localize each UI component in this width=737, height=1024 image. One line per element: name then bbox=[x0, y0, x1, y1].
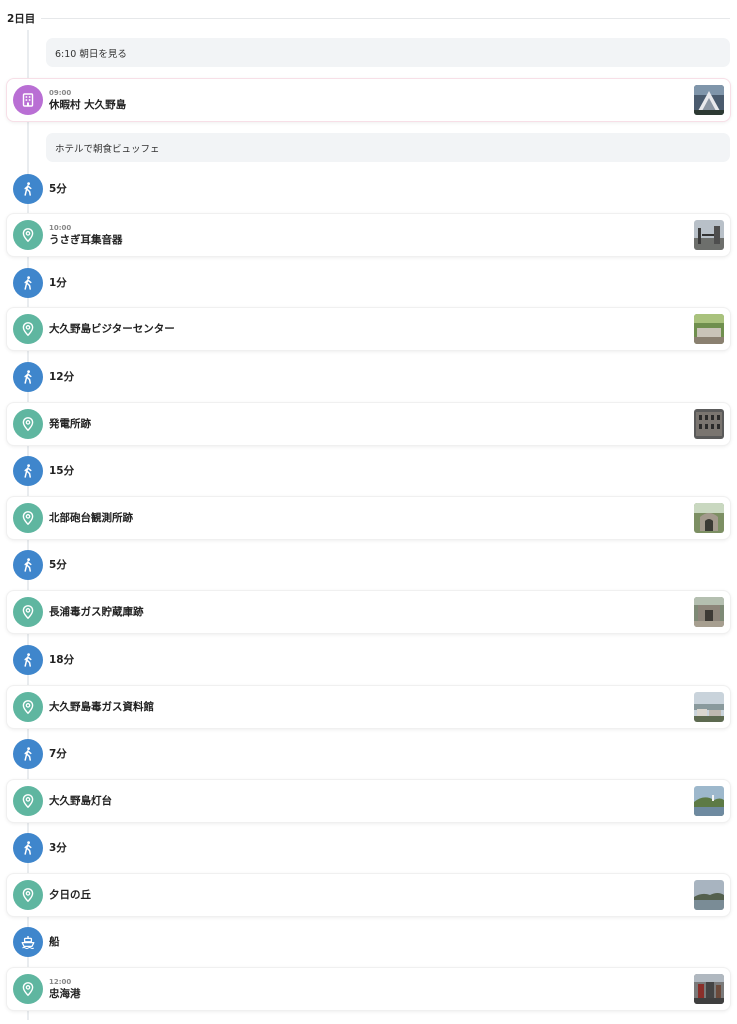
spot-photo[interactable] bbox=[694, 220, 724, 250]
item-text: 1分 bbox=[49, 262, 67, 304]
duration-label: 15分 bbox=[49, 465, 75, 477]
place-name: うさぎ耳集音器 bbox=[49, 233, 123, 246]
hotel-icon bbox=[13, 85, 43, 115]
location-pin-icon bbox=[13, 692, 43, 722]
spot-photo[interactable] bbox=[694, 880, 724, 910]
duration-label: 18分 bbox=[49, 654, 75, 666]
walking-icon bbox=[13, 268, 43, 298]
place-name: 発電所跡 bbox=[49, 418, 91, 430]
item-text: 大久野島毒ガス資料館 bbox=[49, 686, 154, 728]
walk-segment: 18分 bbox=[7, 639, 730, 681]
item-text: 15分 bbox=[49, 450, 74, 492]
place-name: 大久野島毒ガス資料館 bbox=[49, 701, 154, 713]
place-name: 長浦毒ガス貯蔵庫跡 bbox=[49, 606, 144, 618]
item-time: 10:00 bbox=[49, 223, 72, 232]
walking-icon bbox=[13, 739, 43, 769]
spot-card[interactable]: 大久野島ビジターセンター bbox=[7, 308, 730, 350]
spot-photo[interactable] bbox=[694, 974, 724, 1004]
walk-segment: 12分 bbox=[7, 356, 730, 398]
location-pin-icon bbox=[13, 880, 43, 910]
spot-card[interactable]: 大久野島灯台 bbox=[7, 780, 730, 822]
place-name: 夕日の丘 bbox=[49, 889, 91, 901]
item-text: 3分 bbox=[49, 827, 67, 869]
spot-photo[interactable] bbox=[694, 692, 724, 722]
walking-icon bbox=[13, 174, 43, 204]
location-pin-icon bbox=[13, 786, 43, 816]
boat-segment: 船 bbox=[7, 921, 730, 963]
item-text: 18分 bbox=[49, 639, 74, 681]
walking-icon bbox=[13, 456, 43, 486]
item-text: 5分 bbox=[49, 544, 67, 586]
item-text: 夕日の丘 bbox=[49, 874, 91, 916]
duration-label: 3分 bbox=[49, 842, 67, 854]
location-pin-icon bbox=[13, 314, 43, 344]
place-name: 忠海港 bbox=[49, 987, 81, 1000]
item-text: 5分 bbox=[49, 168, 67, 210]
duration-label: 5分 bbox=[49, 559, 67, 571]
walk-segment: 7分 bbox=[7, 733, 730, 775]
walking-icon bbox=[13, 645, 43, 675]
day-divider bbox=[41, 17, 730, 19]
day-label: 2日目 bbox=[7, 12, 36, 25]
item-time: 09:00 bbox=[49, 88, 72, 97]
item-text: 12分 bbox=[49, 356, 74, 398]
spot-photo[interactable] bbox=[694, 786, 724, 816]
spot-photo[interactable] bbox=[694, 597, 724, 627]
hotel-card[interactable]: 09:00 休暇村 大久野島 bbox=[7, 79, 730, 121]
location-pin-icon bbox=[13, 503, 43, 533]
location-pin-icon bbox=[13, 974, 43, 1004]
spot-photo[interactable] bbox=[694, 409, 724, 439]
item-text: 12:00 忠海港 bbox=[49, 968, 81, 1010]
location-pin-icon bbox=[13, 597, 43, 627]
place-name: 大久野島灯台 bbox=[49, 795, 112, 807]
item-text: 10:00 うさぎ耳集音器 bbox=[49, 214, 123, 256]
spot-photo[interactable] bbox=[694, 503, 724, 533]
day-header: 2日目 bbox=[7, 10, 730, 26]
spot-card[interactable]: 12:00 忠海港 bbox=[7, 968, 730, 1010]
item-text: 大久野島灯台 bbox=[49, 780, 112, 822]
duration-label: 1分 bbox=[49, 277, 67, 289]
item-text: 大久野島ビジターセンター bbox=[49, 308, 175, 350]
ship-icon bbox=[13, 927, 43, 957]
item-text: 発電所跡 bbox=[49, 403, 91, 445]
walk-segment: 3分 bbox=[7, 827, 730, 869]
hotel-photo[interactable] bbox=[694, 85, 724, 115]
walking-icon bbox=[13, 550, 43, 580]
place-name: 大久野島ビジターセンター bbox=[49, 323, 175, 335]
place-name: 北部砲台観測所跡 bbox=[49, 512, 133, 524]
item-text: 船 bbox=[49, 921, 60, 963]
spot-card[interactable]: 夕日の丘 bbox=[7, 874, 730, 916]
walk-segment: 1分 bbox=[7, 262, 730, 304]
walk-segment: 5分 bbox=[7, 544, 730, 586]
spot-card[interactable]: 大久野島毒ガス資料館 bbox=[7, 686, 730, 728]
walk-segment: 5分 bbox=[7, 168, 730, 210]
duration-label: 船 bbox=[49, 936, 60, 948]
place-name: 休暇村 大久野島 bbox=[49, 98, 127, 111]
duration-label: 12分 bbox=[49, 371, 75, 383]
walk-segment: 15分 bbox=[7, 450, 730, 492]
duration-label: 5分 bbox=[49, 183, 67, 195]
spot-card[interactable]: 長浦毒ガス貯蔵庫跡 bbox=[7, 591, 730, 633]
spot-card[interactable]: 発電所跡 bbox=[7, 403, 730, 445]
item-text: 09:00 休暇村 大久野島 bbox=[49, 79, 126, 121]
walking-icon bbox=[13, 833, 43, 863]
spot-card[interactable]: 北部砲台観測所跡 bbox=[7, 497, 730, 539]
duration-label: 7分 bbox=[49, 748, 67, 760]
item-text: 北部砲台観測所跡 bbox=[49, 497, 133, 539]
itinerary-note: ホテルで朝食ビュッフェ bbox=[46, 133, 730, 162]
item-text: 7分 bbox=[49, 733, 67, 775]
itinerary-note: 6:10 朝日を見る bbox=[46, 38, 730, 67]
item-time: 12:00 bbox=[49, 977, 72, 986]
spot-photo[interactable] bbox=[694, 314, 724, 344]
walking-icon bbox=[13, 362, 43, 392]
spot-card[interactable]: 10:00 うさぎ耳集音器 bbox=[7, 214, 730, 256]
location-pin-icon bbox=[13, 409, 43, 439]
item-text: 長浦毒ガス貯蔵庫跡 bbox=[49, 591, 144, 633]
location-pin-icon bbox=[13, 220, 43, 250]
